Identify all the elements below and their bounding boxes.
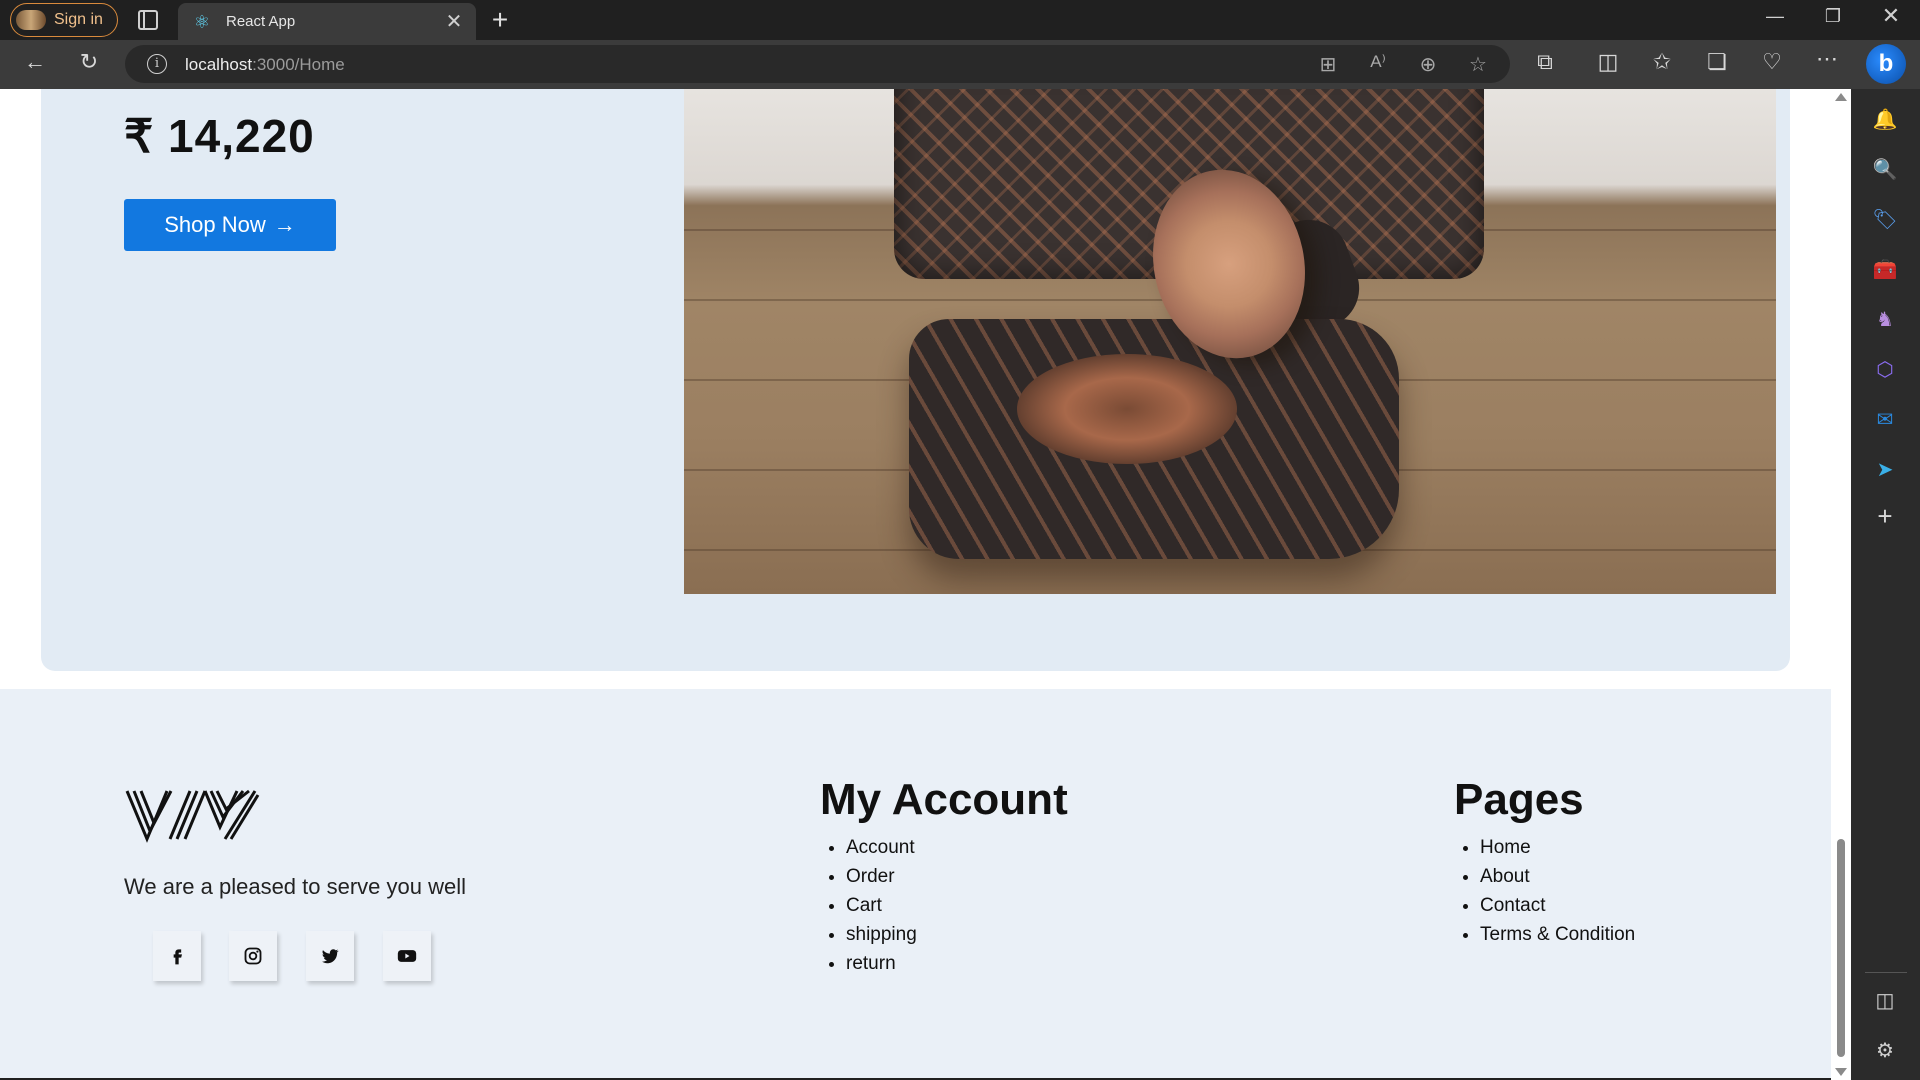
engraved-dish — [909, 319, 1399, 559]
tools-icon[interactable]: 🧰 — [1869, 253, 1901, 285]
app-available-icon[interactable]: ⊞ — [1315, 52, 1341, 77]
hero-banner: ₹ 14,220 Shop Now → — [41, 89, 1790, 671]
footer-link-about[interactable]: About — [1480, 866, 1530, 887]
url-path: :3000/Home — [252, 55, 345, 74]
sidebar-settings-gear-icon[interactable]: ⚙ — [1869, 1034, 1901, 1066]
footer-link-cart[interactable]: Cart — [846, 895, 882, 916]
address-bar[interactable]: i localhost:3000/Home ⊞ A⁾ ⊕ ☆ — [125, 45, 1510, 83]
back-icon[interactable]: ← — [18, 49, 52, 75]
list-item: Order — [846, 862, 1068, 891]
browser-tab-bar: Sign in ⚛ React App ✕ + — ❐ ✕ — [0, 0, 1920, 40]
my-account-column: My Account Account Order Cart shipping r… — [820, 775, 1068, 978]
sign-in-label: Sign in — [54, 11, 103, 28]
page-viewport: ₹ 14,220 Shop Now → We are a pleased to … — [0, 89, 1831, 1078]
more-options-icon[interactable]: ⋯ — [1810, 46, 1844, 72]
copilot-icon[interactable]: b — [1866, 44, 1906, 84]
restore-icon[interactable]: ❐ — [1813, 6, 1853, 27]
dish-center — [1017, 354, 1237, 464]
tab-actions-icon[interactable] — [138, 10, 158, 30]
my-account-list: Account Order Cart shipping return — [820, 833, 1068, 978]
react-favicon-icon: ⚛ — [193, 11, 211, 32]
product-price: ₹ 14,220 — [124, 110, 315, 162]
scroll-down-icon[interactable] — [1835, 1068, 1847, 1076]
edge-sidebar: 🔔 🔍 🏷 🧰 ♞ ⬡ ✉ ➤ + ◫ ⚙ — [1851, 89, 1920, 1080]
twitter-icon — [321, 949, 339, 964]
list-item: Terms & Condition — [1480, 920, 1635, 949]
footer-link-home[interactable]: Home — [1480, 837, 1531, 858]
microsoft-365-icon[interactable]: ⬡ — [1869, 353, 1901, 385]
shopping-tag-icon[interactable]: 🏷 — [1869, 203, 1901, 235]
hide-sidebar-icon[interactable]: ◫ — [1869, 984, 1901, 1016]
drop-icon[interactable]: ➤ — [1869, 453, 1901, 485]
scrollbar-thumb[interactable] — [1837, 839, 1845, 1057]
minimize-icon[interactable]: — — [1755, 6, 1795, 27]
facebook-link[interactable] — [153, 931, 201, 981]
zoom-icon[interactable]: ⊕ — [1415, 52, 1441, 77]
pages-column: Pages Home About Contact Terms & Conditi… — [1454, 775, 1635, 949]
product-image[interactable] — [684, 89, 1776, 594]
close-window-icon[interactable]: ✕ — [1871, 3, 1911, 29]
list-item: return — [846, 949, 1068, 978]
youtube-icon — [397, 950, 417, 962]
instagram-link[interactable] — [229, 931, 277, 981]
instagram-icon — [244, 947, 262, 965]
url-text[interactable]: localhost:3000/Home — [185, 55, 345, 75]
browser-essentials-icon[interactable]: ♡ — [1755, 49, 1789, 75]
twitter-link[interactable] — [306, 931, 354, 981]
notification-bell-icon[interactable]: 🔔 — [1869, 103, 1901, 135]
footer-link-shipping[interactable]: shipping — [846, 924, 917, 945]
outlook-icon[interactable]: ✉ — [1869, 403, 1901, 435]
scroll-up-icon[interactable] — [1835, 93, 1847, 101]
tab-react-app[interactable]: ⚛ React App ✕ — [178, 3, 476, 40]
footer-link-contact[interactable]: Contact — [1480, 895, 1545, 916]
tab-title: React App — [226, 13, 296, 30]
search-icon[interactable]: 🔍 — [1869, 153, 1901, 185]
sidebar-divider — [1865, 972, 1907, 973]
brand-logo[interactable] — [125, 787, 260, 843]
arrow-right-icon: → — [273, 212, 296, 237]
my-account-heading: My Account — [820, 775, 1068, 824]
split-screen-icon[interactable]: ◫ — [1591, 49, 1625, 75]
list-item: Home — [1480, 833, 1635, 862]
footer-link-account[interactable]: Account — [846, 837, 915, 858]
youtube-link[interactable] — [383, 931, 431, 981]
browser-toolbar: ← ↻ i localhost:3000/Home ⊞ A⁾ ⊕ ☆ ⧉ ◫ ✩… — [0, 40, 1920, 89]
games-icon[interactable]: ♞ — [1869, 303, 1901, 335]
site-info-icon[interactable]: i — [147, 54, 167, 74]
footer-tagline: We are a pleased to serve you well — [124, 874, 466, 899]
shop-now-button[interactable]: Shop Now → — [124, 199, 336, 251]
shop-now-label: Shop Now — [164, 212, 266, 237]
pages-heading: Pages — [1454, 775, 1584, 824]
footer-link-order[interactable]: Order — [846, 866, 895, 887]
footer-link-return[interactable]: return — [846, 953, 896, 974]
list-item: Account — [846, 833, 1068, 862]
collections-icon[interactable]: ❏ — [1700, 49, 1734, 75]
url-host: localhost — [185, 55, 253, 74]
pages-list: Home About Contact Terms & Condition — [1454, 833, 1635, 949]
add-sidebar-app-icon[interactable]: + — [1869, 501, 1901, 532]
list-item: Contact — [1480, 891, 1635, 920]
favorites-icon[interactable]: ✩ — [1645, 49, 1679, 75]
refresh-icon[interactable]: ↻ — [72, 49, 106, 75]
list-item: Cart — [846, 891, 1068, 920]
close-tab-icon[interactable]: ✕ — [442, 9, 466, 34]
footer-link-terms[interactable]: Terms & Condition — [1480, 924, 1635, 945]
favorite-star-icon[interactable]: ☆ — [1465, 52, 1491, 77]
list-item: shipping — [846, 920, 1068, 949]
facebook-icon — [173, 949, 182, 965]
list-item: About — [1480, 862, 1635, 891]
extensions-icon[interactable]: ⧉ — [1528, 49, 1562, 75]
read-aloud-icon[interactable]: A⁾ — [1365, 52, 1391, 72]
site-footer: We are a pleased to serve you well My Ac… — [0, 689, 1831, 1078]
page-scrollbar[interactable] — [1831, 89, 1851, 1080]
profile-avatar-icon — [16, 10, 46, 30]
sign-in-button[interactable]: Sign in — [10, 3, 118, 37]
new-tab-icon[interactable]: + — [486, 4, 514, 36]
